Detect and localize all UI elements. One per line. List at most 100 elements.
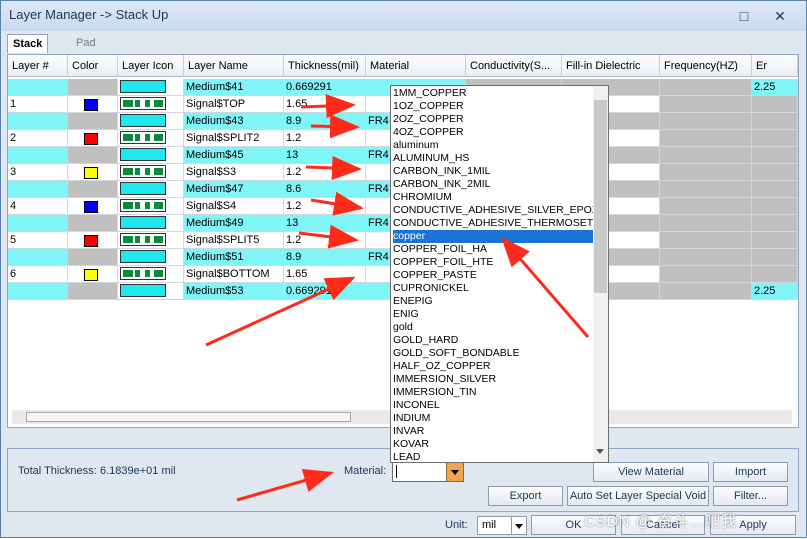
dropdown-option[interactable]: CUPRONICKEL bbox=[393, 282, 593, 295]
layer-number-cell[interactable] bbox=[8, 283, 68, 300]
color-cell[interactable] bbox=[68, 283, 118, 300]
material-combo[interactable] bbox=[392, 462, 464, 482]
color-swatch[interactable] bbox=[84, 99, 98, 111]
dropdown-option[interactable]: CHROMIUM bbox=[393, 191, 593, 204]
thickness-cell[interactable]: 8.6 bbox=[284, 181, 366, 198]
frequency-cell[interactable] bbox=[660, 283, 752, 300]
layer-number-cell[interactable] bbox=[8, 249, 68, 266]
color-cell[interactable] bbox=[68, 147, 118, 164]
thickness-cell[interactable]: 1.2 bbox=[284, 164, 366, 181]
layer-number-cell[interactable] bbox=[8, 181, 68, 198]
dropdown-option[interactable]: KOVAR bbox=[393, 438, 593, 451]
dropdown-option[interactable]: 1MM_COPPER bbox=[393, 87, 593, 100]
er-cell[interactable] bbox=[752, 181, 798, 198]
frequency-cell[interactable] bbox=[660, 249, 752, 266]
column-header[interactable]: Material bbox=[366, 55, 466, 77]
scroll-thumb[interactable] bbox=[26, 412, 351, 422]
layer-number-cell[interactable]: 2 bbox=[8, 130, 68, 147]
layer-name-cell[interactable]: Signal$SPLIT5 bbox=[184, 232, 284, 249]
layer-icon-cell[interactable] bbox=[118, 198, 184, 215]
tab-pad-stack[interactable]: Pad Stack bbox=[71, 34, 109, 67]
column-header[interactable]: Frequency(HZ) bbox=[660, 55, 752, 77]
thickness-cell[interactable]: 0.669291 bbox=[284, 79, 366, 96]
frequency-cell[interactable] bbox=[660, 79, 752, 96]
auto-set-layer-special-void-button[interactable]: Auto Set Layer Special Void bbox=[567, 486, 709, 506]
dropdown-option[interactable]: CONDUCTIVE_ADHESIVE_SILVER_EPOXY bbox=[393, 204, 606, 217]
chevron-down-icon[interactable] bbox=[511, 517, 526, 534]
layer-number-cell[interactable]: 4 bbox=[8, 198, 68, 215]
dropdown-scrollbar[interactable] bbox=[593, 86, 608, 462]
color-cell[interactable] bbox=[68, 232, 118, 249]
frequency-cell[interactable] bbox=[660, 215, 752, 232]
layer-number-cell[interactable]: 1 bbox=[8, 96, 68, 113]
layer-name-cell[interactable]: Medium$53 bbox=[184, 283, 284, 300]
layer-number-cell[interactable]: 3 bbox=[8, 164, 68, 181]
color-swatch[interactable] bbox=[84, 133, 98, 145]
export-button[interactable]: Export bbox=[488, 486, 563, 506]
tab-stack-up[interactable]: Stack Up bbox=[7, 34, 49, 68]
thickness-cell[interactable]: 1.65 bbox=[284, 96, 366, 113]
color-cell[interactable] bbox=[68, 130, 118, 147]
dropdown-option[interactable]: LEAD bbox=[393, 451, 593, 462]
layer-name-cell[interactable]: Medium$49 bbox=[184, 215, 284, 232]
color-cell[interactable] bbox=[68, 79, 118, 96]
frequency-cell[interactable] bbox=[660, 232, 752, 249]
er-cell[interactable] bbox=[752, 113, 798, 130]
dropdown-option[interactable]: CARBON_INK_1MIL bbox=[393, 165, 593, 178]
layer-icon-cell[interactable] bbox=[118, 130, 184, 147]
color-swatch[interactable] bbox=[84, 269, 98, 281]
dropdown-option[interactable]: GOLD_HARD bbox=[393, 334, 593, 347]
layer-name-cell[interactable]: Medium$43 bbox=[184, 113, 284, 130]
layer-name-cell[interactable]: Signal$TOP bbox=[184, 96, 284, 113]
layer-name-cell[interactable]: Signal$S3 bbox=[184, 164, 284, 181]
color-cell[interactable] bbox=[68, 164, 118, 181]
dropdown-option[interactable]: 4OZ_COPPER bbox=[393, 126, 593, 139]
layer-icon-cell[interactable] bbox=[118, 147, 184, 164]
column-header[interactable]: Thickness(mil) bbox=[284, 55, 366, 77]
maximize-icon[interactable]: □ bbox=[735, 7, 753, 25]
layer-name-cell[interactable]: Signal$S4 bbox=[184, 198, 284, 215]
layer-icon-cell[interactable] bbox=[118, 79, 184, 96]
layer-icon-cell[interactable] bbox=[118, 249, 184, 266]
layer-icon-cell[interactable] bbox=[118, 232, 184, 249]
er-cell[interactable] bbox=[752, 215, 798, 232]
thickness-cell[interactable]: 13 bbox=[284, 147, 366, 164]
column-header[interactable]: Layer # bbox=[8, 55, 68, 77]
dropdown-scroll-thumb[interactable] bbox=[594, 100, 607, 293]
thickness-cell[interactable]: 1.2 bbox=[284, 198, 366, 215]
dropdown-option[interactable]: GOLD_SOFT_BONDABLE bbox=[393, 347, 593, 360]
er-cell[interactable] bbox=[752, 130, 798, 147]
thickness-cell[interactable]: 0.669291 bbox=[284, 283, 366, 300]
dropdown-option[interactable]: COPPER_FOIL_HTE bbox=[393, 256, 593, 269]
dropdown-option[interactable]: ALUMINUM_HS bbox=[393, 152, 593, 165]
thickness-cell[interactable]: 8.9 bbox=[284, 249, 366, 266]
dropdown-option[interactable]: CARBON_INK_2MIL bbox=[393, 178, 593, 191]
layer-icon-cell[interactable] bbox=[118, 113, 184, 130]
layer-number-cell[interactable] bbox=[8, 79, 68, 96]
dropdown-option[interactable]: ENIG bbox=[393, 308, 593, 321]
layer-number-cell[interactable]: 5 bbox=[8, 232, 68, 249]
frequency-cell[interactable] bbox=[660, 266, 752, 283]
layer-name-cell[interactable]: Medium$41 bbox=[184, 79, 284, 96]
layer-number-cell[interactable] bbox=[8, 215, 68, 232]
dropdown-option[interactable]: aluminum bbox=[393, 139, 593, 152]
er-cell[interactable] bbox=[752, 232, 798, 249]
scroll-down-icon[interactable] bbox=[596, 449, 604, 454]
dropdown-option[interactable]: COPPER_FOIL_HA bbox=[393, 243, 593, 256]
layer-icon-cell[interactable] bbox=[118, 96, 184, 113]
color-swatch[interactable] bbox=[84, 235, 98, 247]
column-header[interactable]: Fill-in Dielectric bbox=[562, 55, 660, 77]
frequency-cell[interactable] bbox=[660, 113, 752, 130]
import-button[interactable]: Import bbox=[713, 462, 788, 482]
dropdown-option[interactable]: CONDUCTIVE_ADHESIVE_THERMOSET bbox=[393, 217, 593, 230]
layer-number-cell[interactable] bbox=[8, 147, 68, 164]
er-cell[interactable] bbox=[752, 198, 798, 215]
layer-icon-cell[interactable] bbox=[118, 215, 184, 232]
color-cell[interactable] bbox=[68, 215, 118, 232]
unit-select[interactable]: mil bbox=[477, 516, 527, 535]
er-cell[interactable]: 2.25 bbox=[752, 79, 798, 96]
er-cell[interactable]: 2.25 bbox=[752, 283, 798, 300]
layer-icon-cell[interactable] bbox=[118, 266, 184, 283]
chevron-down-icon[interactable] bbox=[446, 463, 463, 481]
frequency-cell[interactable] bbox=[660, 147, 752, 164]
